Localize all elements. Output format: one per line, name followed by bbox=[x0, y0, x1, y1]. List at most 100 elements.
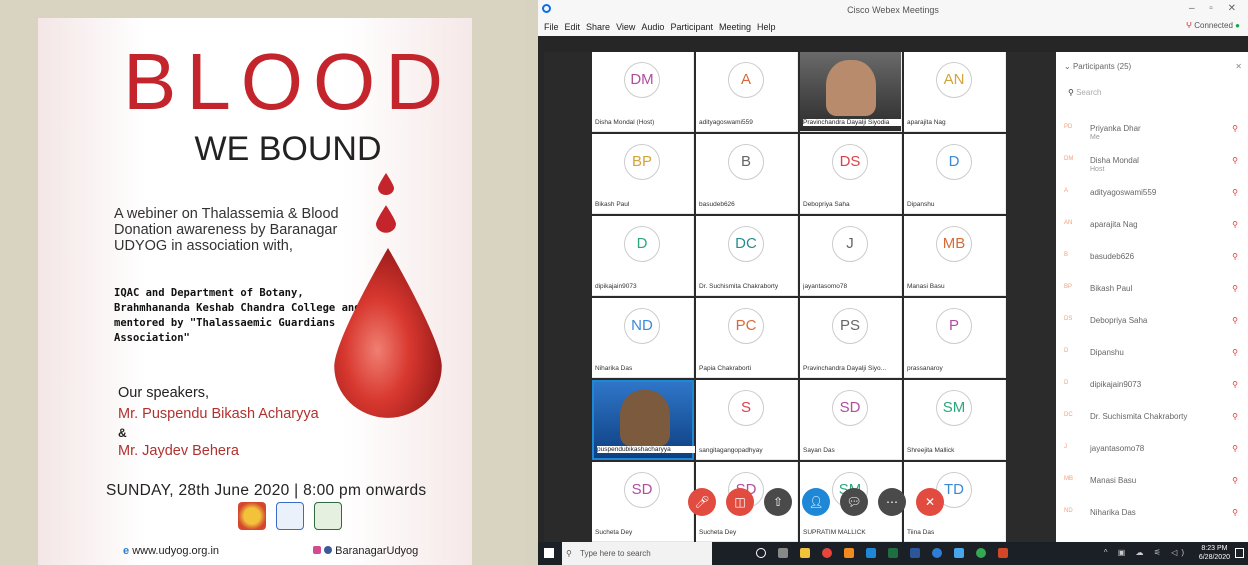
stop-video-button[interactable]: ◫ bbox=[726, 488, 754, 516]
participant-tile[interactable]: BP Bikash Paul bbox=[592, 134, 694, 214]
participant-avatar: J bbox=[832, 226, 868, 262]
taskbar-clock[interactable]: 8:23 PM 6/28/2020 bbox=[1199, 544, 1230, 562]
participant-tile[interactable]: Jjayantasomo78 bbox=[800, 216, 902, 296]
participant-list-item[interactable]: Bbasudeb626 ⚲ bbox=[1064, 244, 1244, 270]
participant-tile[interactable]: DS Debopriya Saha bbox=[800, 134, 902, 214]
social-handle[interactable]: BaranagarUdyog bbox=[313, 545, 418, 557]
participant-list-item[interactable]: MB Manasi Basu ⚲ bbox=[1064, 468, 1244, 494]
participant-list-name: Priyanka Dhar bbox=[1090, 124, 1141, 133]
participant-tile[interactable]: AN aparajita Nag bbox=[904, 52, 1006, 132]
leave-meeting-button[interactable]: ✕ bbox=[916, 488, 944, 516]
mic-muted-icon[interactable]: ⚲ bbox=[1232, 476, 1238, 485]
menu-audio[interactable]: Audio bbox=[641, 22, 664, 32]
file-explorer-icon[interactable] bbox=[800, 548, 810, 558]
participant-tile[interactable]: DC Dr. Suchismita Chakraborty bbox=[696, 216, 798, 296]
participant-tile[interactable]: Ddipikajain9073 bbox=[592, 216, 694, 296]
menu-edit[interactable]: Edit bbox=[565, 22, 581, 32]
participants-button[interactable]: 👤︎ bbox=[802, 488, 830, 516]
participant-tile[interactable]: SD Sucheta Dey bbox=[592, 462, 694, 542]
windows-taskbar: ⚲ Type here to search ^ ▣ ☁ ⚟ ◁) 8:23 PM… bbox=[538, 542, 1248, 565]
poster-subtitle: WE BOUND bbox=[194, 130, 382, 168]
cortana-icon[interactable] bbox=[756, 548, 766, 558]
menu-help[interactable]: Help bbox=[757, 22, 776, 32]
participants-header[interactable]: ⌄ Participants (25) bbox=[1064, 62, 1131, 71]
mic-muted-icon[interactable]: ⚲ bbox=[1232, 156, 1238, 165]
participant-search[interactable]: ⚲ Search bbox=[1068, 88, 1101, 97]
participant-avatar: P bbox=[936, 308, 972, 344]
mic-muted-icon[interactable]: ⚲ bbox=[1232, 220, 1238, 229]
mic-muted-icon[interactable]: ⚲ bbox=[1232, 444, 1238, 453]
excel-icon[interactable] bbox=[888, 548, 898, 558]
notification-icon[interactable] bbox=[1235, 548, 1244, 558]
menu-file[interactable]: File bbox=[544, 22, 559, 32]
participant-tile[interactable]: PS Pravinchandra Dayalji Siyo... bbox=[800, 298, 902, 378]
speakers-label: Our speakers, bbox=[118, 385, 210, 401]
participant-tile[interactable]: D Dipanshu bbox=[904, 134, 1006, 214]
participant-list-item[interactable]: DM Disha Mondal ⚲ Host bbox=[1064, 148, 1244, 174]
poster-title: BLOOD bbox=[122, 37, 454, 126]
powerpoint-icon[interactable] bbox=[998, 548, 1008, 558]
participant-list-name: dipikajain9073 bbox=[1090, 380, 1142, 389]
menu-meeting[interactable]: Meeting bbox=[719, 22, 751, 32]
mute-button[interactable]: 🎤︎ bbox=[688, 488, 716, 516]
participant-tile[interactable]: DM Disha Mondal (Host) bbox=[592, 52, 694, 132]
participant-list-item[interactable]: PD Priyanka Dhar ⚲ Me bbox=[1064, 116, 1244, 142]
participant-tile[interactable]: SM Shreejita Mallick bbox=[904, 380, 1006, 460]
mic-muted-icon[interactable]: ⚲ bbox=[1232, 316, 1238, 325]
chat-button[interactable]: 💬︎ bbox=[840, 488, 868, 516]
participant-tile[interactable]: Bbasudeb626 bbox=[696, 134, 798, 214]
word-icon[interactable] bbox=[910, 548, 920, 558]
participant-tile[interactable]: Aadityagoswami559 bbox=[696, 52, 798, 132]
menu-view[interactable]: View bbox=[616, 22, 635, 32]
chrome-alt-icon[interactable] bbox=[976, 548, 986, 558]
event-date: SUNDAY, 28th June 2020 | 8:00 pm onwards bbox=[106, 482, 427, 499]
mic-muted-icon[interactable]: ⚲ bbox=[1232, 348, 1238, 357]
participant-tile[interactable]: Pprassanaroy bbox=[904, 298, 1006, 378]
share-button[interactable]: ⇧ bbox=[764, 488, 792, 516]
participant-list-item[interactable]: Ddipikajain9073 ⚲ bbox=[1064, 372, 1244, 398]
mic-muted-icon[interactable]: ⚲ bbox=[1232, 284, 1238, 293]
menu-share[interactable]: Share bbox=[586, 22, 610, 32]
website-link[interactable]: e www.udyog.org.in bbox=[123, 545, 219, 557]
participant-tile[interactable]: PC Papia Chakraborti bbox=[696, 298, 798, 378]
participant-list-item[interactable]: AN aparajita Nag ⚲ bbox=[1064, 212, 1244, 238]
menu-participant[interactable]: Participant bbox=[670, 22, 713, 32]
participant-list-item[interactable]: DS Debopriya Saha ⚲ bbox=[1064, 308, 1244, 334]
window-controls[interactable]: – ▫ ✕ bbox=[1189, 3, 1242, 14]
tray-icons[interactable]: ^ ▣ ☁ ⚟ ◁) bbox=[1104, 548, 1188, 557]
participant-tile[interactable]: ND Niharika Das bbox=[592, 298, 694, 378]
participant-list-item[interactable]: BP Bikash Paul ⚲ bbox=[1064, 276, 1244, 302]
participant-tile[interactable]: Ssangitagangopadhyay bbox=[696, 380, 798, 460]
mic-muted-icon[interactable]: ⚲ bbox=[1232, 412, 1238, 421]
menu-bar: File Edit Share View Audio Participant Meeting… bbox=[544, 22, 776, 32]
mic-muted-icon[interactable]: ⚲ bbox=[1232, 124, 1238, 133]
ie-taskbar-icon[interactable] bbox=[954, 548, 964, 558]
more-options-button[interactable]: ⋯ bbox=[878, 488, 906, 516]
mic-muted-icon[interactable]: ⚲ bbox=[1232, 188, 1238, 197]
participant-tile[interactable]: SD Sayan Das bbox=[800, 380, 902, 460]
participant-list-item[interactable]: DC Dr. Suchismita Chakraborty ⚲ bbox=[1064, 404, 1244, 430]
mic-muted-icon[interactable]: ⚲ bbox=[1232, 508, 1238, 517]
windows-start-icon[interactable] bbox=[544, 548, 554, 558]
taskbar-search[interactable]: ⚲ Type here to search bbox=[562, 542, 712, 565]
webex-taskbar-icon[interactable] bbox=[866, 548, 876, 558]
participant-initials: BP bbox=[1064, 284, 1073, 290]
task-view-icon[interactable] bbox=[778, 548, 788, 558]
close-panel-icon[interactable]: ✕ bbox=[1235, 62, 1242, 71]
participant-name: Dr. Suchismita Chakraborty bbox=[699, 283, 779, 290]
participant-list-item[interactable]: D Dipanshu ⚲ bbox=[1064, 340, 1244, 366]
mic-muted-icon[interactable]: ⚲ bbox=[1232, 380, 1238, 389]
participant-list-item[interactable]: ND Niharika Das ⚲ bbox=[1064, 500, 1244, 526]
participant-list-name: Manasi Basu bbox=[1090, 476, 1137, 485]
vlc-icon[interactable] bbox=[844, 548, 854, 558]
small-drop-icon bbox=[378, 173, 394, 195]
participant-list-item[interactable]: Jjayantasomo78 ⚲ bbox=[1064, 436, 1244, 462]
connection-status: ⵖ Connected ● bbox=[1185, 21, 1240, 30]
participant-tile[interactable]: Pravinchandra Dayalji Siyodia bbox=[800, 52, 902, 132]
participant-tile[interactable]: MB Manasi Basu bbox=[904, 216, 1006, 296]
edge-icon[interactable] bbox=[932, 548, 942, 558]
mic-muted-icon[interactable]: ⚲ bbox=[1232, 252, 1238, 261]
chrome-icon[interactable] bbox=[822, 548, 832, 558]
participant-tile[interactable]: puspendubikashacharyya bbox=[592, 380, 695, 460]
participant-list-item[interactable]: Aadityagoswami559 ⚲ bbox=[1064, 180, 1244, 206]
